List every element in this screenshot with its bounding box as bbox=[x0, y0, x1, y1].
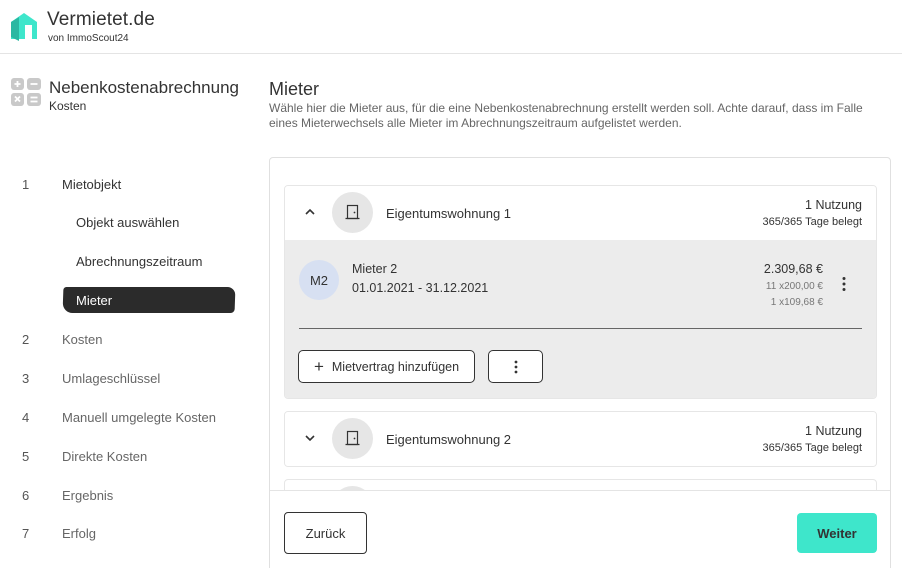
more-vertical-icon[interactable] bbox=[840, 276, 848, 292]
step-label: Umlageschlüssel bbox=[62, 370, 161, 386]
step-label: Erfolg bbox=[62, 525, 96, 541]
step-label: Ergebnis bbox=[62, 487, 114, 503]
step-number: 7 bbox=[22, 525, 30, 541]
avatar: M2 bbox=[299, 260, 339, 300]
tenant-amount-line: 11 x200,00 € bbox=[765, 281, 823, 292]
house-logo-icon[interactable] bbox=[8, 10, 40, 42]
panel-footer: Zurück Weiter bbox=[270, 490, 890, 568]
tenant-period: 01.01.2021 - 31.12.2021 bbox=[352, 281, 489, 295]
app-header: Vermietet.de von ImmoScout24 bbox=[0, 0, 902, 54]
unit-usage: 1 Nutzung bbox=[805, 424, 862, 438]
next-button[interactable]: Weiter bbox=[797, 513, 877, 553]
page-description: Wähle hier die Mieter aus, für die eine … bbox=[269, 101, 863, 130]
tenant-list: M2 Mieter 2 01.01.2021 - 31.12.2021 2.30… bbox=[285, 240, 876, 398]
more-vertical-icon bbox=[514, 360, 517, 373]
unit-card: Eigentumswohnung 2 1 Nutzung 365/365 Tag… bbox=[284, 411, 877, 467]
step-number: 5 bbox=[22, 448, 30, 464]
unit-header[interactable]: Eigentumswohnung 1 1 Nutzung 365/365 Tag… bbox=[285, 186, 876, 240]
tenant-panel: Eigentumswohnung 1 1 Nutzung 365/365 Tag… bbox=[269, 157, 891, 568]
tenant-total-amount: 2.309,68 € bbox=[763, 262, 823, 276]
page-title: Mieter bbox=[269, 79, 320, 99]
substep-mieter[interactable]: Mieter bbox=[76, 293, 112, 308]
unit-card: Eigentumswohnung 1 1 Nutzung 365/365 Tag… bbox=[284, 185, 877, 399]
unit-occupancy: 365/365 Tage belegt bbox=[762, 442, 863, 454]
sidebar-title: Nebenkostenabrechnung bbox=[49, 78, 239, 97]
brand-subtitle: von ImmoScout24 bbox=[48, 33, 129, 44]
step-number: 3 bbox=[22, 370, 30, 386]
unit-usage: 1 Nutzung bbox=[805, 198, 862, 212]
tenant-amount-line: 1 x109,68 € bbox=[770, 297, 823, 308]
door-icon bbox=[332, 418, 373, 459]
door-icon bbox=[332, 192, 373, 233]
chevron-down-icon[interactable] bbox=[303, 431, 317, 445]
plus-icon: + bbox=[313, 357, 324, 376]
more-options-button[interactable] bbox=[488, 350, 543, 383]
unit-occupancy: 365/365 Tage belegt bbox=[762, 216, 863, 228]
step-label: Manuell umgelegte Kosten bbox=[62, 409, 216, 425]
unit-name: Eigentumswohnung 1 bbox=[386, 206, 512, 221]
add-contract-button[interactable]: + Mietvertrag hinzufügen bbox=[298, 350, 475, 383]
step-label: Direkte Kosten bbox=[62, 448, 148, 464]
step-number: 6 bbox=[22, 487, 30, 503]
step-number: 4 bbox=[22, 409, 30, 425]
sidebar-subtitle: Kosten bbox=[49, 99, 87, 113]
step-label: Kosten bbox=[62, 331, 103, 347]
chevron-up-icon[interactable] bbox=[303, 205, 317, 219]
step-number: 2 bbox=[22, 331, 30, 347]
brand-name[interactable]: Vermietet.de bbox=[47, 9, 155, 31]
add-contract-label: Mietvertrag hinzufügen bbox=[331, 359, 460, 374]
divider bbox=[299, 328, 862, 329]
step-number: 1 bbox=[22, 176, 30, 192]
back-button[interactable]: Zurück bbox=[284, 512, 367, 554]
calculator-icon bbox=[11, 78, 41, 106]
step-label: Mietobjekt bbox=[62, 176, 122, 192]
substep-objekt-auswaehlen[interactable]: Objekt auswählen bbox=[76, 215, 179, 230]
unit-name: Eigentumswohnung 2 bbox=[386, 432, 512, 447]
tenant-name: Mieter 2 bbox=[352, 262, 398, 276]
substep-abrechnungszeitraum[interactable]: Abrechnungszeitraum bbox=[76, 254, 202, 269]
unit-header[interactable]: Eigentumswohnung 2 1 Nutzung 365/365 Tag… bbox=[285, 412, 876, 466]
